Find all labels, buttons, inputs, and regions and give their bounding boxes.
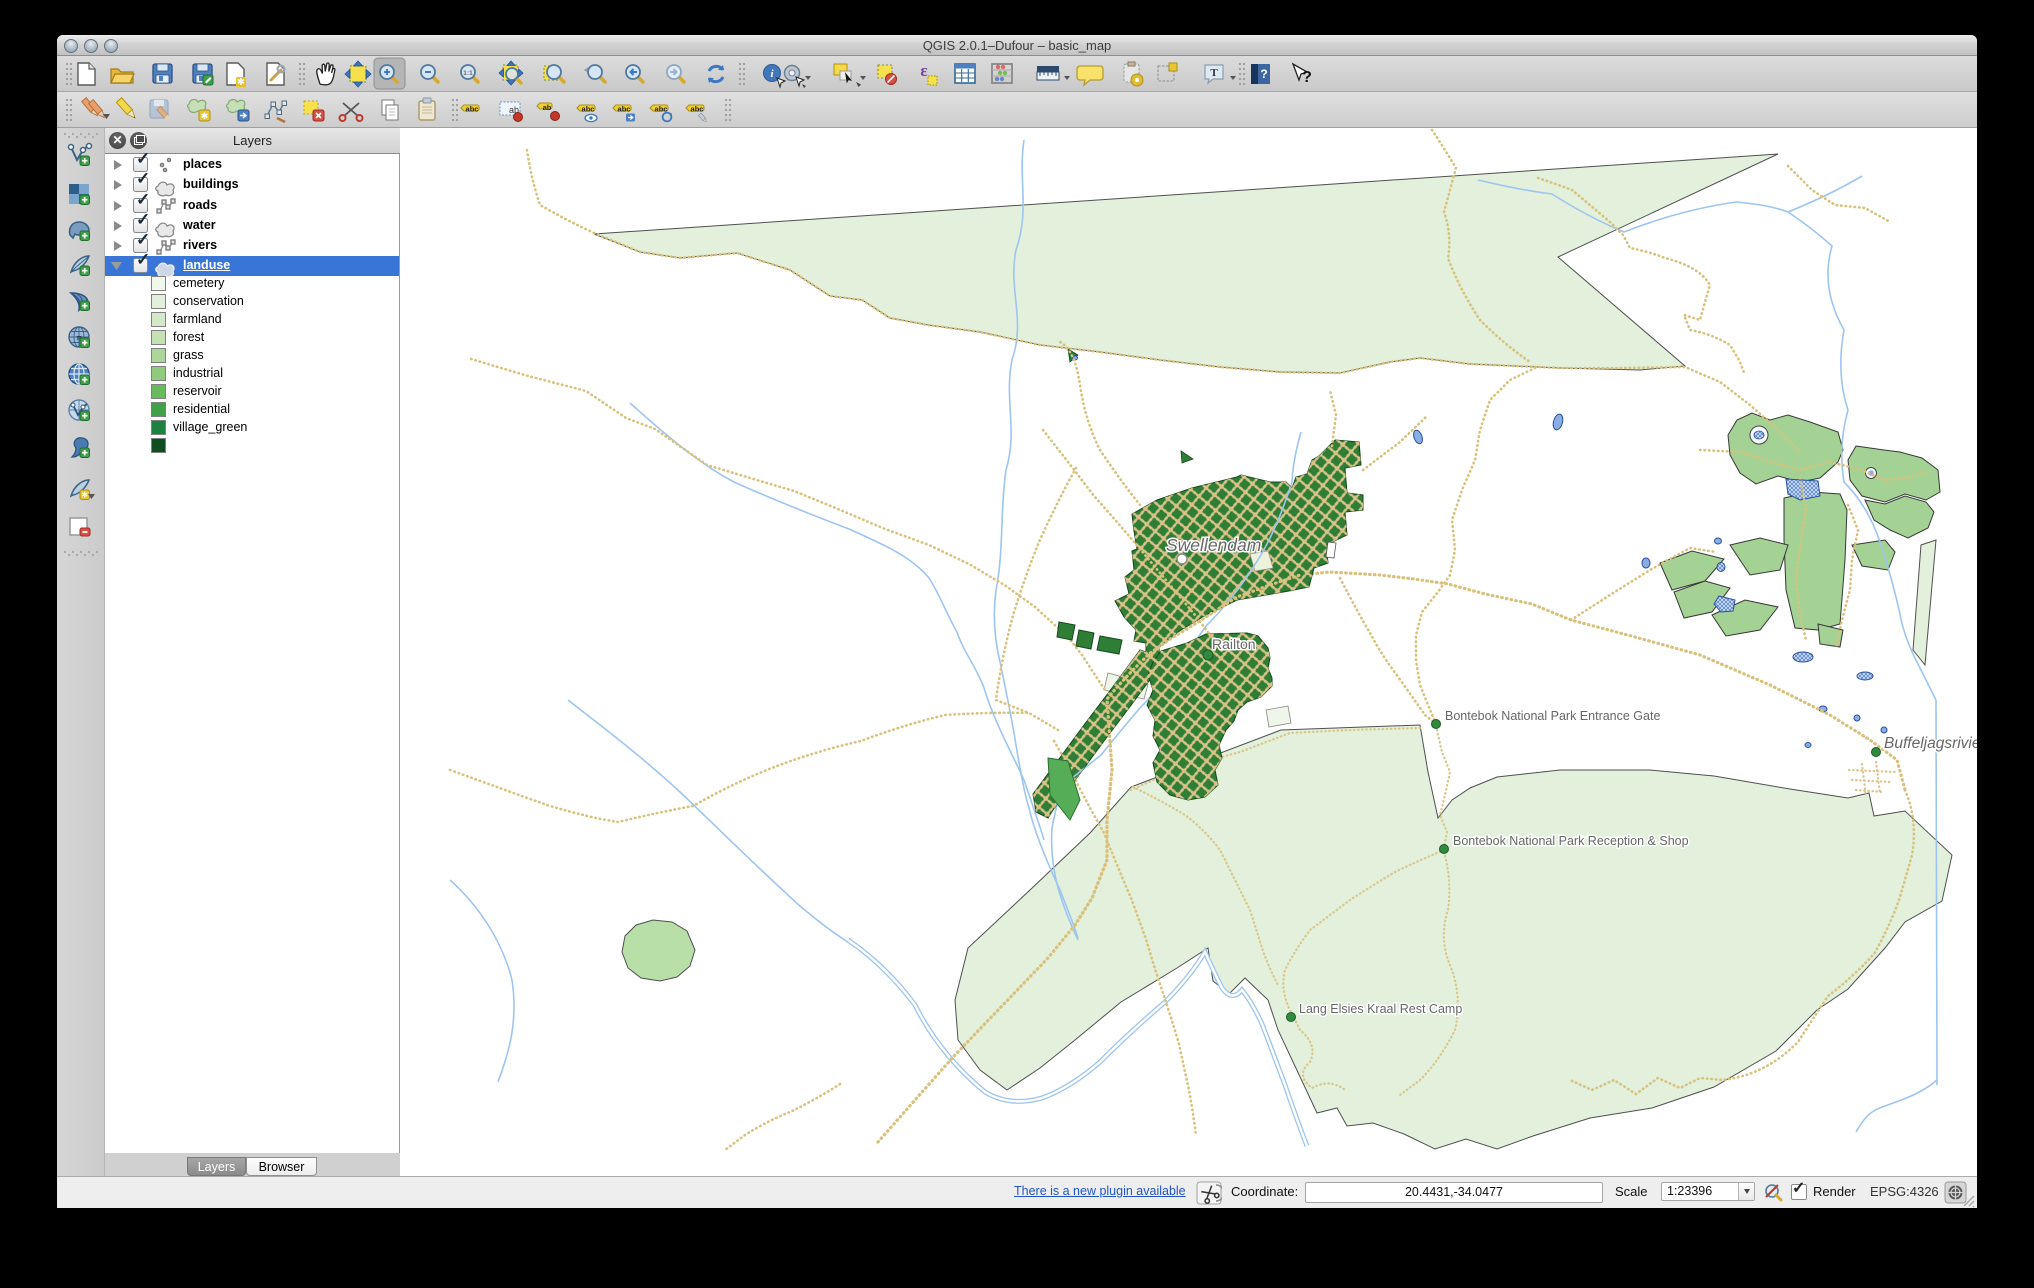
svg-text:abc: abc <box>618 105 631 114</box>
svg-text:Swellendam: Swellendam <box>1166 535 1261 555</box>
svg-text:abc: abc <box>691 105 704 114</box>
svg-text:?: ? <box>1260 67 1267 81</box>
svg-text:Bontebok National Park Entranc: Bontebok National Park Entrance Gate <box>1445 709 1660 723</box>
svg-text:T: T <box>1210 67 1218 79</box>
svg-text:ε: ε <box>920 61 927 80</box>
svg-text:Bontebok National Park Recepti: Bontebok National Park Reception & Shop <box>1453 834 1689 848</box>
svg-text:✱: ✱ <box>81 491 88 500</box>
svg-text:Buffeljagsrivier: Buffeljagsrivier <box>1884 735 1977 752</box>
svg-text:abc: abc <box>582 105 595 114</box>
svg-text:ab: ab <box>543 103 552 112</box>
svg-text:Lang Elsies Kraal Rest Camp: Lang Elsies Kraal Rest Camp <box>1299 1002 1462 1016</box>
svg-text:?: ? <box>1302 69 1312 86</box>
svg-text:1:1: 1:1 <box>463 70 473 77</box>
svg-text:✱: ✱ <box>237 77 245 88</box>
svg-text:abc: abc <box>466 105 479 114</box>
svg-text:✱: ✱ <box>201 111 209 121</box>
svg-text:Railton: Railton <box>1212 636 1256 652</box>
